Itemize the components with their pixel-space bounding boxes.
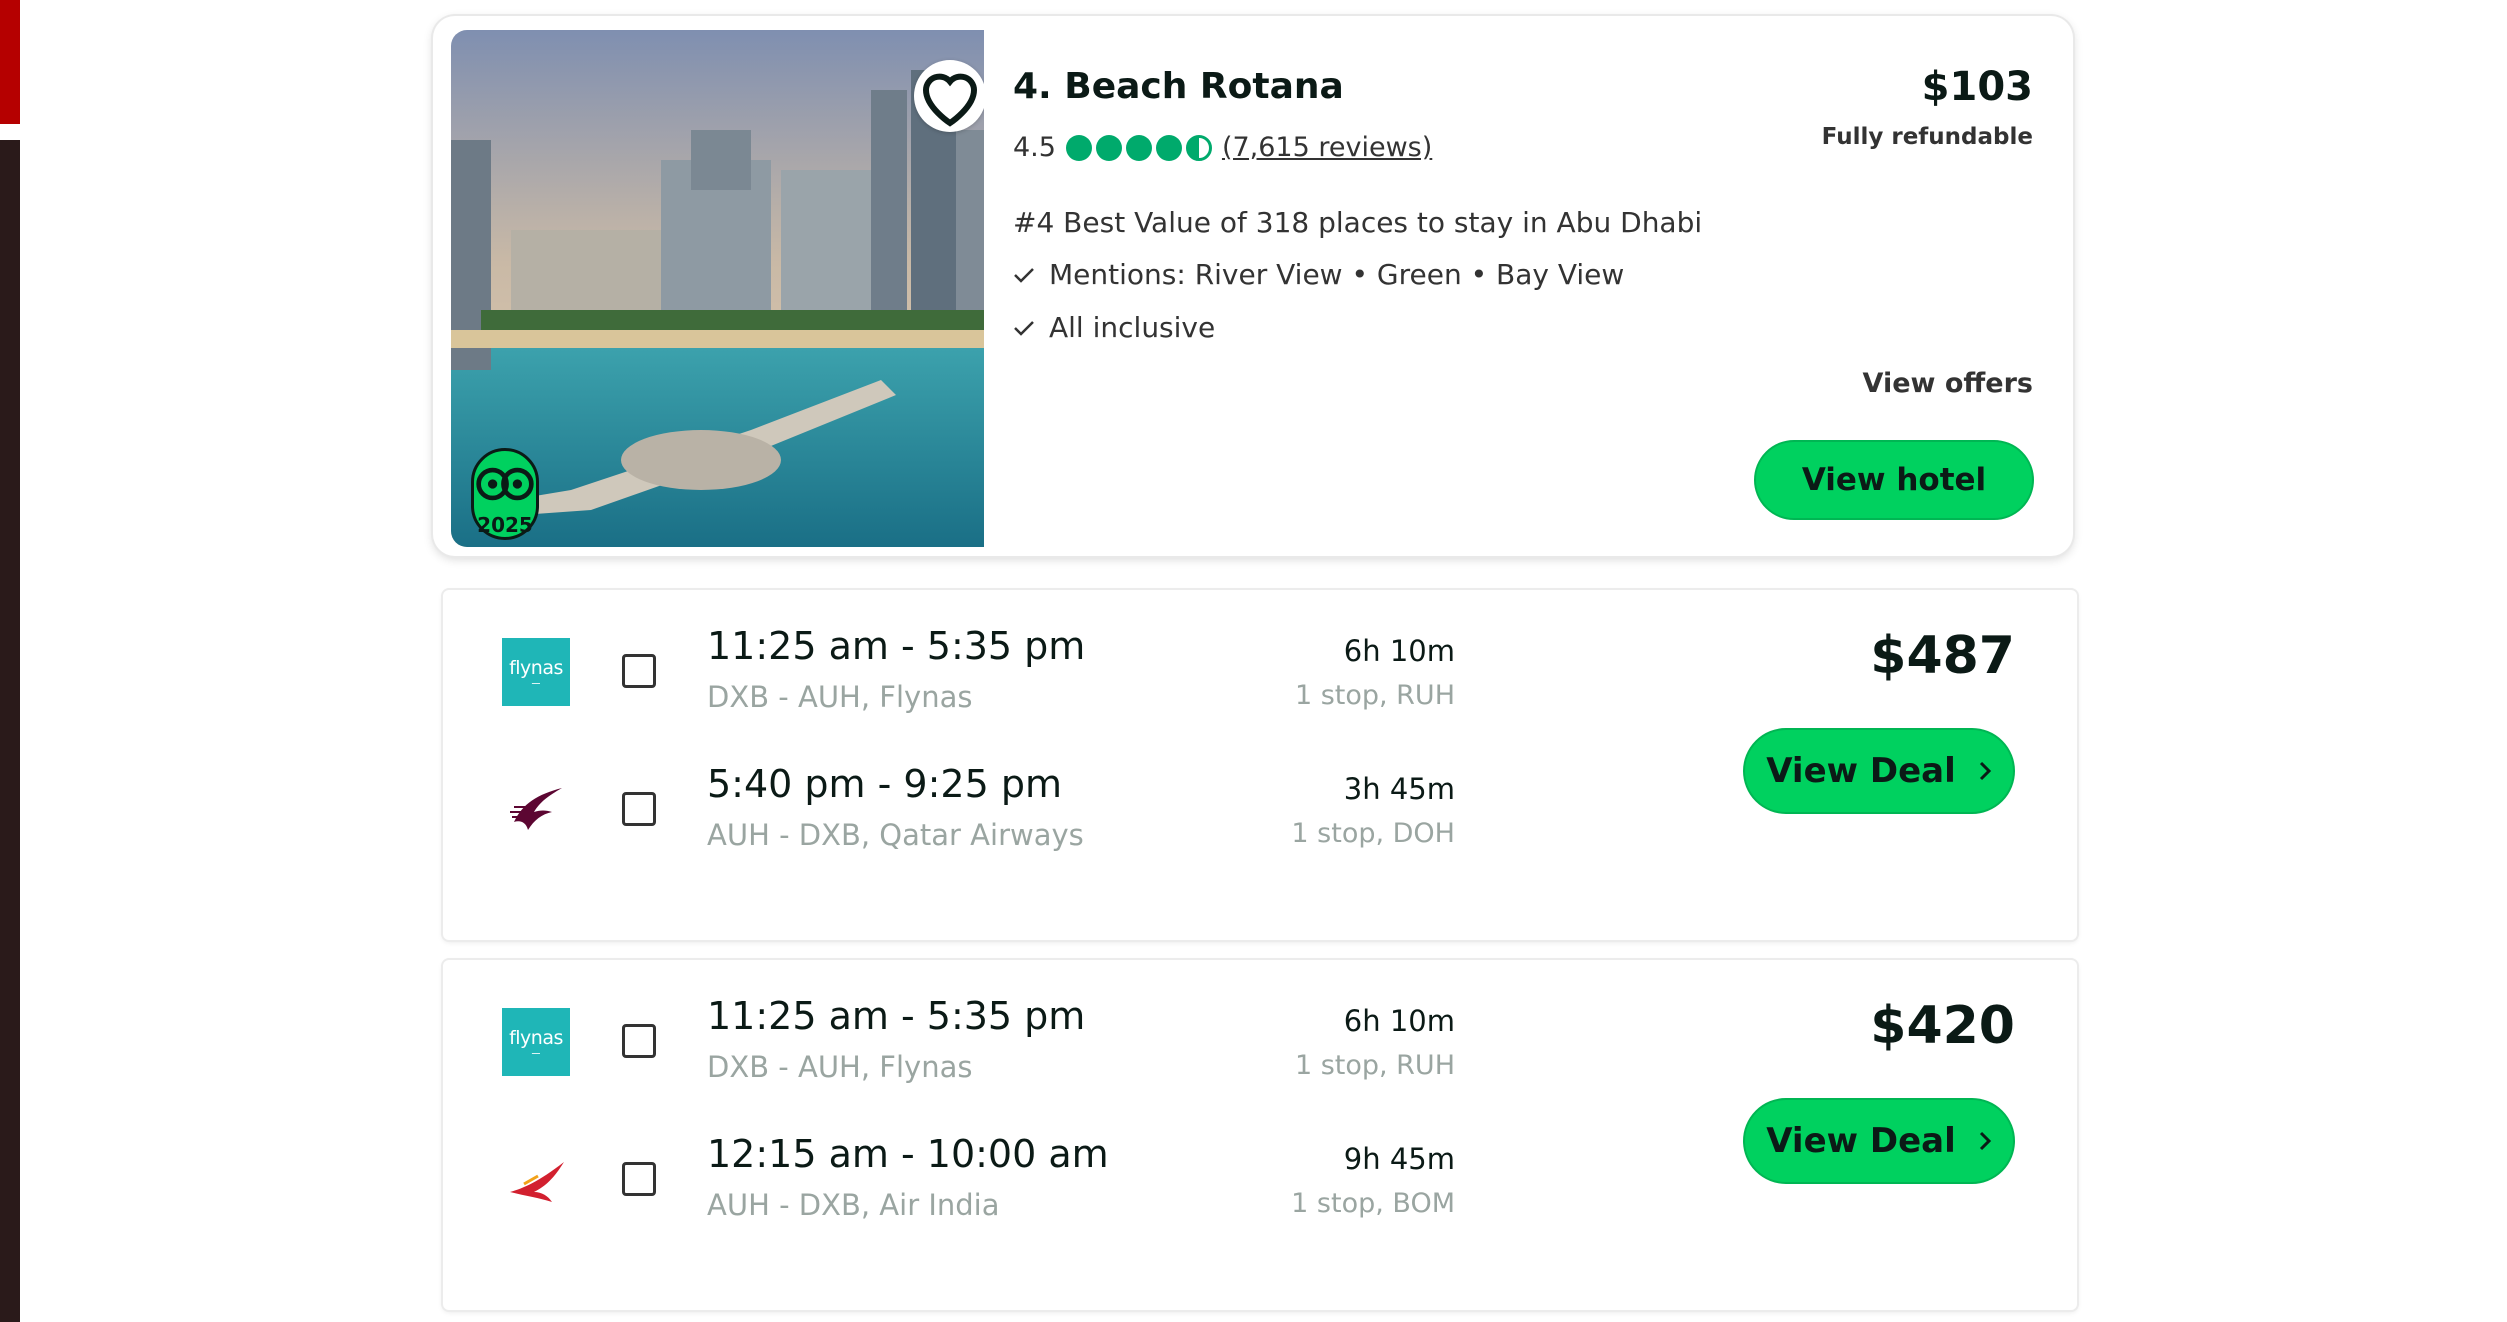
chevron-right-icon	[1979, 1131, 1991, 1151]
mentions-text: Mentions: River View • Green • Bay View	[1049, 258, 1625, 291]
flight-leg: flynas ـــ 11:25 am - 5:35 pm DXB - AUH,…	[443, 990, 2077, 1110]
flight-stops: 1 stop, RUH	[1294, 680, 1455, 711]
checkmark-icon	[1014, 320, 1034, 336]
rating-row: 4.5 (7,615 reviews)	[1013, 132, 1432, 163]
compare-checkbox[interactable]	[622, 792, 656, 826]
air-india-swan-icon	[510, 1162, 564, 1202]
deal-price: $420	[1870, 996, 2015, 1056]
flight-deal-card[interactable]: flynas ـــ 11:25 am - 5:35 pm DXB - AUH,…	[443, 960, 2077, 1310]
rating-bubbles	[1065, 134, 1212, 161]
owl-icon	[476, 467, 534, 501]
hotel-photo[interactable]: 2025	[451, 30, 984, 547]
best-value-ranking: #4 Best Value of 318 places to stay in A…	[1013, 206, 1703, 239]
rating-bubble-icon	[1065, 134, 1092, 161]
amenity-row: All inclusive	[1013, 311, 1215, 344]
window-edge	[0, 140, 20, 1322]
window-edge-accent	[0, 0, 20, 124]
view-deal-label: View Deal	[1766, 1121, 1956, 1161]
hotel-card[interactable]: 2025 4. Beach Rotana 4.5 (7,615 reviews)…	[433, 16, 2073, 556]
rating-bubble-icon	[1125, 134, 1152, 161]
reviews-link[interactable]: (7,615 reviews)	[1222, 132, 1432, 163]
flynas-logo: flynas ـــ	[502, 1008, 570, 1076]
award-year: 2025	[477, 513, 533, 537]
rating-value: 4.5	[1013, 132, 1056, 163]
view-hotel-button[interactable]: View hotel	[1754, 440, 2034, 520]
flight-duration: 6h 10m	[1343, 634, 1455, 668]
rating-half-bubble-icon	[1185, 134, 1212, 161]
rating-bubble-icon	[1155, 134, 1182, 161]
travelers-choice-award-badge: 2025	[471, 448, 539, 540]
mentions-row: Mentions: River View • Green • Bay View	[1013, 258, 1624, 291]
flight-duration: 3h 45m	[1343, 772, 1455, 806]
hotel-name[interactable]: 4. Beach Rotana	[1013, 66, 1344, 107]
flight-times: 11:25 am - 5:35 pm	[707, 994, 1086, 1038]
flight-duration: 6h 10m	[1343, 1004, 1455, 1038]
flight-route: DXB - AUH, Flynas	[707, 680, 973, 714]
save-favorite-button[interactable]	[914, 60, 984, 132]
view-deal-label: View Deal	[1766, 751, 1956, 791]
hotel-price: $103	[1921, 64, 2033, 110]
flynas-logo-text: flynas	[509, 1027, 563, 1049]
amenity-text: All inclusive	[1049, 311, 1216, 344]
flight-route: AUH - DXB, Air India	[707, 1188, 1000, 1222]
refund-note: Fully refundable	[1821, 124, 2033, 150]
flight-duration: 9h 45m	[1343, 1142, 1455, 1176]
deal-price: $487	[1870, 626, 2015, 686]
flight-deal-card[interactable]: flynas ـــ 11:25 am - 5:35 pm DXB - AUH,…	[443, 590, 2077, 940]
qatar-airways-logo	[502, 776, 570, 844]
view-deal-button[interactable]: View Deal	[1743, 1098, 2015, 1184]
flynas-logo-subtext: ـــ	[532, 1047, 540, 1057]
flight-times: 12:15 am - 10:00 am	[707, 1132, 1109, 1176]
flynas-logo-text: flynas	[509, 657, 563, 679]
chevron-right-icon	[1979, 761, 1991, 781]
flight-times: 11:25 am - 5:35 pm	[707, 624, 1086, 668]
compare-checkbox[interactable]	[622, 1162, 656, 1196]
view-deal-button[interactable]: View Deal	[1743, 728, 2015, 814]
qatar-oryx-icon	[510, 788, 562, 830]
heart-icon	[922, 73, 978, 127]
air-india-logo	[502, 1146, 570, 1214]
compare-checkbox[interactable]	[622, 1024, 656, 1058]
flight-stops: 1 stop, RUH	[1294, 1050, 1455, 1081]
rating-bubble-icon	[1095, 134, 1122, 161]
view-offers-link[interactable]: View offers	[1863, 368, 2033, 399]
compare-checkbox[interactable]	[622, 654, 656, 688]
flynas-logo-subtext: ـــ	[532, 677, 540, 687]
flight-route: AUH - DXB, Qatar Airways	[707, 818, 1084, 852]
flight-leg: flynas ـــ 11:25 am - 5:35 pm DXB - AUH,…	[443, 620, 2077, 740]
checkmark-icon	[1014, 267, 1034, 283]
flight-stops: 1 stop, BOM	[1291, 1188, 1455, 1219]
flight-stops: 1 stop, DOH	[1291, 818, 1455, 849]
flight-route: DXB - AUH, Flynas	[707, 1050, 973, 1084]
flynas-logo: flynas ـــ	[502, 638, 570, 706]
flight-times: 5:40 pm - 9:25 pm	[707, 762, 1062, 806]
